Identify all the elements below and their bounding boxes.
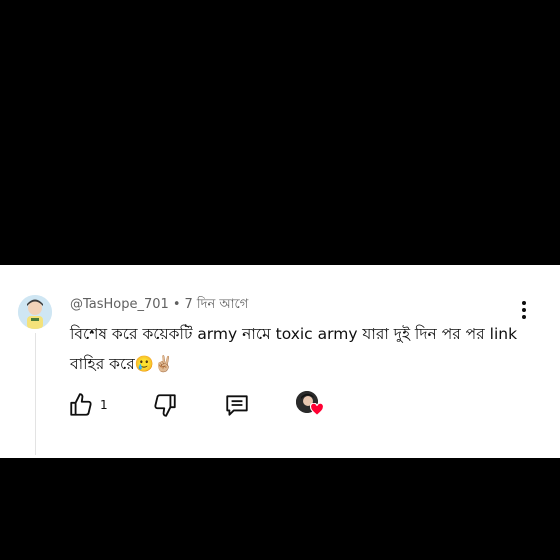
like-count: 1: [100, 398, 108, 412]
comment-actions: 1: [68, 389, 348, 421]
creator-heart: [296, 391, 324, 416]
creator-heart-icon: [310, 403, 324, 416]
meta-separator: •: [172, 297, 181, 312]
thumb-down-icon: [154, 394, 176, 417]
thread-line: [35, 333, 36, 455]
comment-time: 7 দিন আগে: [184, 297, 249, 312]
comment-reply-icon: [226, 395, 248, 416]
thumb-up-icon: [70, 393, 92, 416]
avatar-image: [18, 295, 52, 329]
comment-meta: @TasHope_701 • 7 দিন আগে: [70, 295, 248, 316]
comment-card: @TasHope_701 • 7 দিন আগে বিশেষ করে কয়েকটি…: [0, 265, 560, 458]
comment-text: বিশেষ করে কয়েকটি army নামে toxic army য…: [70, 325, 518, 373]
like-button[interactable]: 1: [68, 389, 108, 421]
reply-button[interactable]: [224, 389, 250, 421]
dislike-button[interactable]: [152, 389, 178, 421]
user-avatar[interactable]: [18, 295, 52, 329]
author-name[interactable]: @TasHope_701: [70, 297, 169, 312]
